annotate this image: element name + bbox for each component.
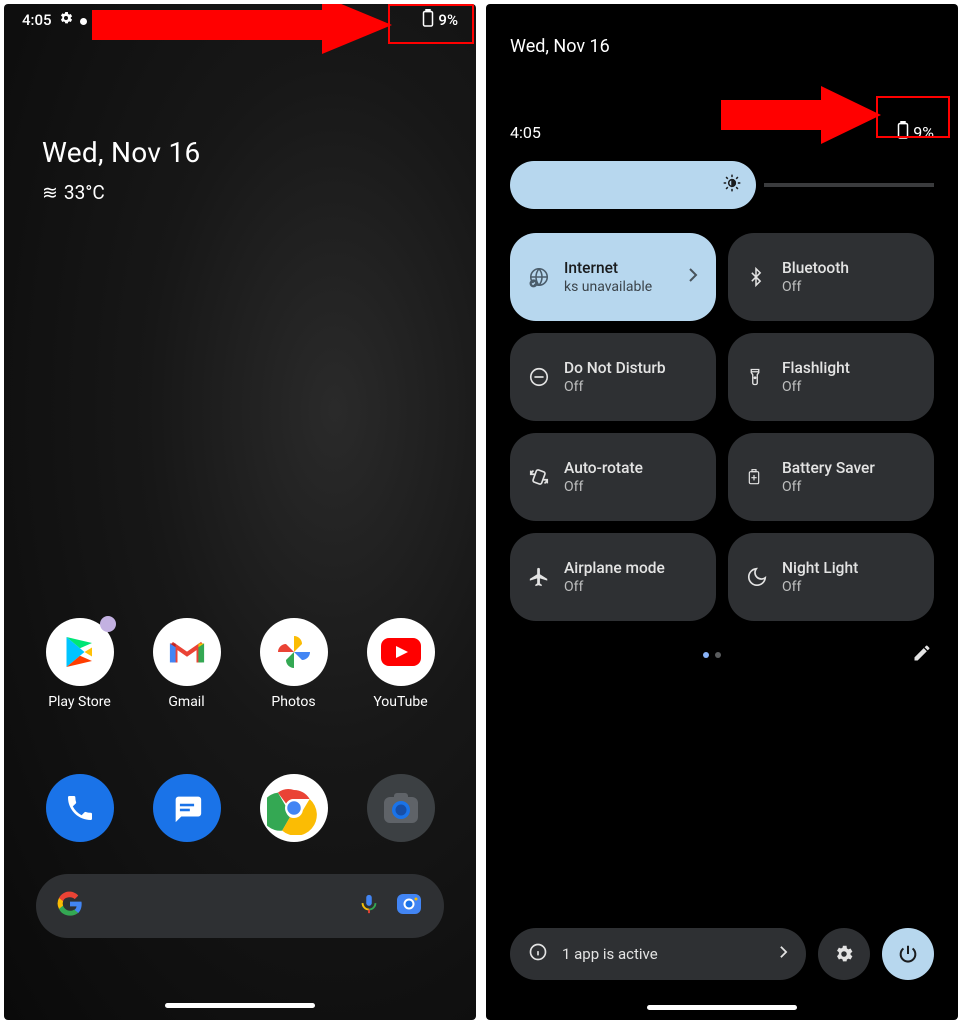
messages-icon — [153, 774, 221, 842]
qs-grid: Internet ks unavailable Bluetooth Off Do… — [486, 209, 958, 621]
airplane-icon — [528, 566, 550, 588]
page-dot — [715, 652, 721, 658]
moon-icon — [746, 566, 768, 588]
qs-tile-autorotate[interactable]: Auto-rotate Off — [510, 433, 716, 521]
qs-tile-airplane[interactable]: Airplane mode Off — [510, 533, 716, 621]
tile-title: Internet — [564, 259, 674, 277]
settings-button[interactable] — [818, 928, 870, 980]
phone-homescreen: 4:05 9% Wed, Nov 16 ≋ 33°C Play Store — [4, 4, 476, 1020]
nav-handle[interactable] — [165, 1003, 315, 1008]
app-label: Gmail — [168, 694, 204, 710]
gear-icon — [58, 10, 74, 30]
app-photos[interactable]: Photos — [249, 618, 339, 710]
rotate-icon — [528, 466, 550, 488]
battery-icon — [897, 121, 909, 143]
battery-percent: 9% — [438, 11, 458, 29]
phone-icon — [46, 774, 114, 842]
nav-handle[interactable] — [647, 1005, 797, 1010]
tile-title: Airplane mode — [564, 559, 698, 577]
photos-icon — [260, 618, 328, 686]
tile-title: Flashlight — [782, 359, 916, 377]
tile-subtitle: Off — [782, 579, 916, 595]
tile-subtitle: Off — [782, 379, 916, 395]
qs-date: Wed, Nov 16 — [510, 36, 934, 57]
qs-tile-dnd[interactable]: Do Not Disturb Off — [510, 333, 716, 421]
phone-quicksettings: Wed, Nov 16 4:05 9% Internet ks unavaila… — [486, 4, 958, 1020]
mic-icon[interactable] — [358, 890, 380, 922]
battery-percent: 9% — [913, 123, 934, 142]
dock — [4, 774, 476, 842]
battery-icon — [422, 9, 434, 31]
tile-subtitle: Off — [564, 379, 698, 395]
tile-title: Bluetooth — [782, 259, 916, 277]
qs-tile-nightlight[interactable]: Night Light Off — [728, 533, 934, 621]
qs-tile-batterysaver[interactable]: Battery Saver Off — [728, 433, 934, 521]
at-a-glance-widget[interactable]: Wed, Nov 16 ≋ 33°C — [4, 36, 476, 204]
app-chrome[interactable] — [249, 774, 339, 842]
tile-title: Do Not Disturb — [564, 359, 698, 377]
tile-subtitle: ks unavailable — [564, 279, 674, 295]
app-playstore[interactable]: Play Store — [35, 618, 125, 710]
tile-subtitle: Off — [564, 579, 698, 595]
app-label: YouTube — [373, 694, 427, 710]
chrome-icon — [260, 774, 328, 842]
temperature-text: 33°C — [64, 181, 105, 204]
app-messages[interactable] — [142, 774, 232, 842]
tile-subtitle: Off — [782, 479, 916, 495]
qs-tile-internet[interactable]: Internet ks unavailable — [510, 233, 716, 321]
app-label: Play Store — [48, 694, 111, 710]
app-phone[interactable] — [35, 774, 125, 842]
tile-title: Night Light — [782, 559, 916, 577]
dnd-icon — [528, 366, 550, 388]
app-row: Play Store Gmail Photos YouTube — [4, 618, 476, 710]
edit-icon[interactable] — [912, 643, 932, 667]
app-label: Photos — [271, 694, 315, 710]
qs-status-row: 4:05 9% — [486, 57, 958, 143]
flashlight-icon — [746, 366, 768, 388]
chip-text: 1 app is active — [562, 945, 658, 963]
app-youtube[interactable]: YouTube — [356, 618, 446, 710]
lens-icon[interactable] — [394, 889, 424, 923]
power-button[interactable] — [882, 928, 934, 980]
bluetooth-icon — [746, 266, 768, 288]
camera-icon — [367, 774, 435, 842]
page-dot — [703, 652, 709, 658]
app-camera[interactable] — [356, 774, 446, 842]
brightness-icon — [722, 173, 742, 197]
tile-title: Auto-rotate — [564, 459, 698, 477]
date-text: Wed, Nov 16 — [42, 136, 476, 169]
chevron-right-icon — [688, 267, 698, 287]
statusbar: 4:05 9% — [4, 4, 476, 36]
battery-saver-icon — [746, 466, 768, 488]
tile-subtitle: Off — [564, 479, 698, 495]
chevron-right-icon — [779, 945, 788, 963]
active-apps-chip[interactable]: 1 app is active — [510, 928, 806, 980]
qs-pager — [486, 621, 958, 667]
globe-icon — [528, 266, 550, 288]
qs-header: Wed, Nov 16 — [486, 4, 958, 57]
clock: 4:05 — [510, 123, 541, 142]
playstore-icon — [46, 618, 114, 686]
info-icon — [528, 942, 548, 966]
youtube-icon — [367, 618, 435, 686]
gmail-icon — [153, 618, 221, 686]
search-bar[interactable] — [36, 874, 444, 938]
qs-tile-bluetooth[interactable]: Bluetooth Off — [728, 233, 934, 321]
clock: 4:05 — [22, 11, 52, 29]
tile-subtitle: Off — [782, 279, 916, 295]
qs-tile-flashlight[interactable]: Flashlight Off — [728, 333, 934, 421]
brightness-slider[interactable] — [486, 143, 958, 209]
app-gmail[interactable]: Gmail — [142, 618, 232, 710]
google-g-icon — [56, 890, 84, 922]
notification-badge — [100, 616, 116, 632]
qs-footer: 1 app is active — [510, 928, 934, 980]
tile-title: Battery Saver — [782, 459, 916, 477]
dot-icon — [80, 11, 87, 29]
fog-icon: ≋ — [42, 181, 56, 204]
